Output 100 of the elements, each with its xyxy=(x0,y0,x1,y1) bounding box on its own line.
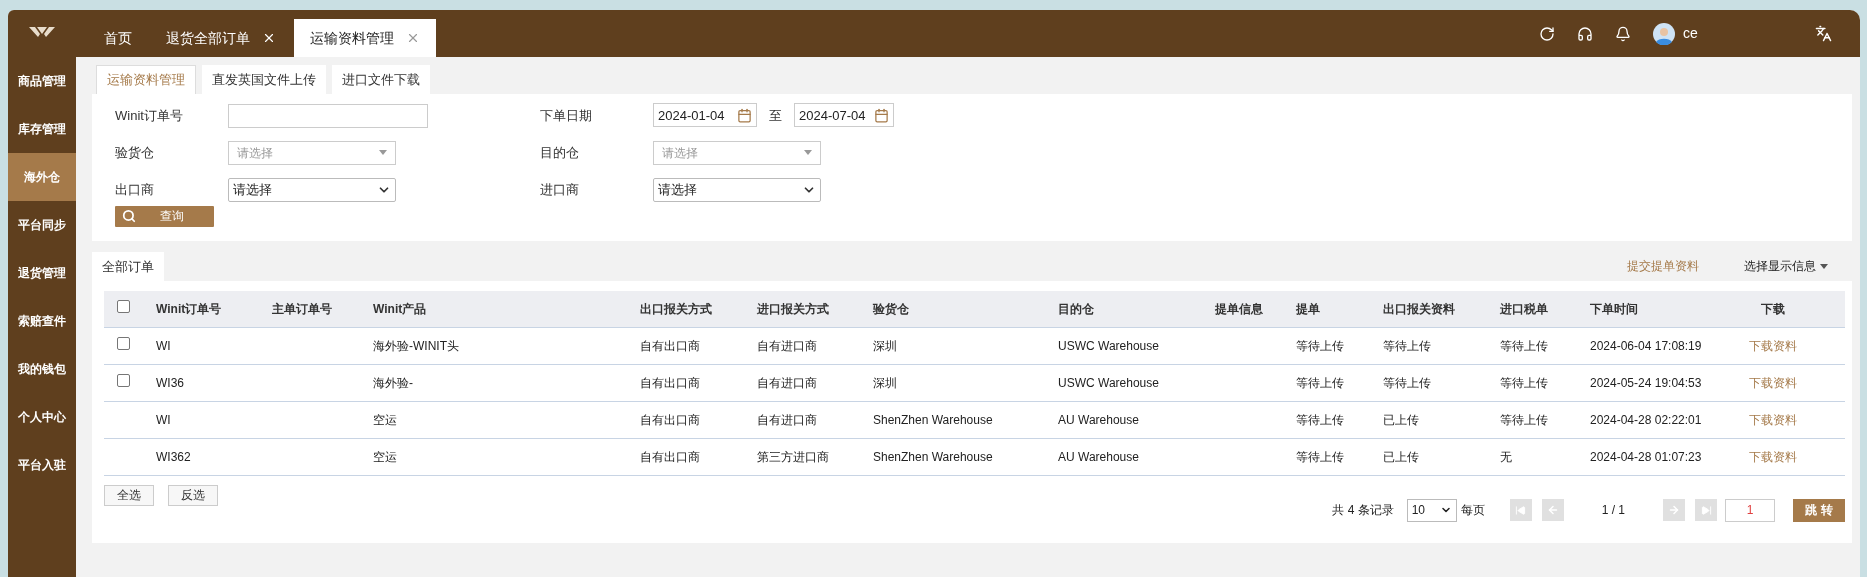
table-cell: WI36 xyxy=(156,375,184,390)
calendar-icon xyxy=(737,107,752,123)
table-cell: 自有进口商 xyxy=(757,338,817,353)
column-header: 验货仓 xyxy=(859,291,1044,327)
table-cell: 深圳 xyxy=(873,338,897,353)
dropdown-icon xyxy=(804,150,812,155)
table-cell: 已上传 xyxy=(1383,449,1419,464)
page-input[interactable]: 1 xyxy=(1725,498,1775,522)
download-link[interactable]: 下载资料 xyxy=(1748,338,1797,353)
range-separator: 至 xyxy=(769,106,782,125)
last-page-icon xyxy=(1700,504,1712,516)
table-cell: 自有出口商 xyxy=(640,375,700,390)
go-button[interactable]: 跳 转 xyxy=(1793,498,1845,522)
arrow-left-icon xyxy=(1546,504,1559,516)
row-checkbox[interactable] xyxy=(116,299,130,313)
record-count: 共 4 条记录 xyxy=(1332,502,1394,519)
page-info: 1 / 1 xyxy=(1601,502,1625,519)
table-cell: 自有出口商 xyxy=(640,338,700,353)
language-icon[interactable] xyxy=(1815,25,1832,42)
filter-label: 出口商 xyxy=(115,180,155,199)
sidebar-item[interactable]: 平台同步 xyxy=(8,201,76,249)
table-cell: WI xyxy=(156,338,171,353)
sub-tab[interactable]: 运输资料管理 xyxy=(96,65,196,94)
table-cell: WI362 xyxy=(156,449,191,464)
table-cell: 自有出口商 xyxy=(640,449,700,464)
filter-label: Winit订单号 xyxy=(115,106,184,125)
submit-link[interactable]: 提交提单资料 xyxy=(1627,257,1699,275)
table-cell: WI xyxy=(156,412,171,427)
page-size-select[interactable]: 10 xyxy=(1406,498,1457,522)
download-link[interactable]: 下载资料 xyxy=(1748,412,1797,427)
bulk-button[interactable]: 全选 xyxy=(104,484,154,506)
start-date-field[interactable]: 2024-01-04 xyxy=(653,103,757,128)
user-name[interactable]: ce xyxy=(1683,23,1698,44)
end-date-field[interactable]: 2024-07-04 xyxy=(794,103,894,128)
column-header: Winit订单号 xyxy=(142,291,258,327)
column-header: 下单时间 xyxy=(1576,291,1700,327)
search-icon xyxy=(122,209,136,223)
table-cell: 2024-06-04 17:08:19 xyxy=(1590,338,1702,353)
sidebar-item[interactable]: 个人中心 xyxy=(8,393,76,441)
table-cell: 等待上传 xyxy=(1500,412,1548,427)
table-cell: 等待上传 xyxy=(1296,449,1344,464)
table-cell: 已上传 xyxy=(1383,412,1419,427)
filter-label: 进口商 xyxy=(540,180,580,199)
table-cell: 自有出口商 xyxy=(640,412,700,427)
display-dropdown[interactable]: 选择显示信息 xyxy=(1744,257,1828,275)
order-number-field[interactable] xyxy=(228,103,428,128)
table-cell: 等待上传 xyxy=(1296,375,1344,390)
column-header: 进口报关方式 xyxy=(743,291,859,327)
sidebar-item[interactable]: 海外仓 xyxy=(8,153,76,201)
table-cell: 第三方进口商 xyxy=(757,449,829,464)
bell-icon[interactable] xyxy=(1615,25,1631,42)
table-cell: 自有进口商 xyxy=(757,412,817,427)
page-tab[interactable]: 首页 xyxy=(88,19,148,57)
table-cell: USWC Warehouse xyxy=(1058,338,1159,353)
filter-label: 下单日期 xyxy=(540,106,593,125)
refresh-icon[interactable] xyxy=(1539,25,1555,42)
sub-tab[interactable]: 直发英国文件上传 xyxy=(202,65,326,94)
select-field[interactable]: 请选择 xyxy=(653,177,821,202)
sidebar-item[interactable]: 退货管理 xyxy=(8,249,76,297)
dropdown-icon xyxy=(379,150,387,155)
table-cell: 等待上传 xyxy=(1296,412,1344,427)
bulk-button[interactable]: 反选 xyxy=(168,484,218,506)
table-cell: 空运 xyxy=(373,449,397,464)
table-cell: 无 xyxy=(1500,449,1512,464)
sidebar-item[interactable]: 我的钱包 xyxy=(8,345,76,393)
close-icon[interactable] xyxy=(262,31,276,45)
table-cell: 海外验-WINIT头 xyxy=(373,338,459,353)
avatar-icon[interactable] xyxy=(1653,22,1675,45)
table-cell: 等待上传 xyxy=(1296,338,1344,353)
download-link[interactable]: 下载资料 xyxy=(1748,449,1797,464)
table-cell: AU Warehouse xyxy=(1058,449,1139,464)
list-tab[interactable]: 全部订单 xyxy=(92,252,164,281)
filter-label: 目的仓 xyxy=(540,143,580,162)
column-header: 目的仓 xyxy=(1044,291,1201,327)
table-cell: ShenZhen Warehouse xyxy=(873,412,993,427)
select-field[interactable]: 请选择 xyxy=(228,177,396,202)
column-header: 进口税单 xyxy=(1486,291,1576,327)
headphones-icon[interactable] xyxy=(1577,25,1593,42)
page-tab[interactable]: 运输资料管理 xyxy=(294,19,436,57)
column-header: 出口报关方式 xyxy=(626,291,743,327)
table-cell: 2024-04-28 02:22:01 xyxy=(1590,412,1702,427)
sub-tab[interactable]: 进口文件下载 xyxy=(332,65,430,94)
column-header: 下载 xyxy=(1700,291,1845,327)
sidebar-item[interactable]: 商品管理 xyxy=(8,57,76,105)
table-cell: USWC Warehouse xyxy=(1058,375,1159,390)
table-cell: 海外验- xyxy=(373,375,413,390)
arrow-right-icon xyxy=(1668,504,1680,516)
sidebar-item[interactable]: 库存管理 xyxy=(8,105,76,153)
table-cell: 等待上传 xyxy=(1383,338,1431,353)
first-page-icon xyxy=(1515,504,1527,516)
sidebar-item[interactable]: 索赔查件 xyxy=(8,297,76,345)
row-checkbox[interactable] xyxy=(116,336,130,350)
table-cell: ShenZhen Warehouse xyxy=(873,449,993,464)
search-button[interactable]: 查询 xyxy=(115,205,214,227)
table-cell: 等待上传 xyxy=(1500,338,1548,353)
table-cell: 自有进口商 xyxy=(757,375,817,390)
sidebar-item[interactable]: 平台入驻 xyxy=(8,441,76,489)
download-link[interactable]: 下载资料 xyxy=(1748,375,1797,390)
row-checkbox[interactable] xyxy=(116,373,130,387)
page-tab[interactable]: 退货全部订单 xyxy=(150,19,292,57)
